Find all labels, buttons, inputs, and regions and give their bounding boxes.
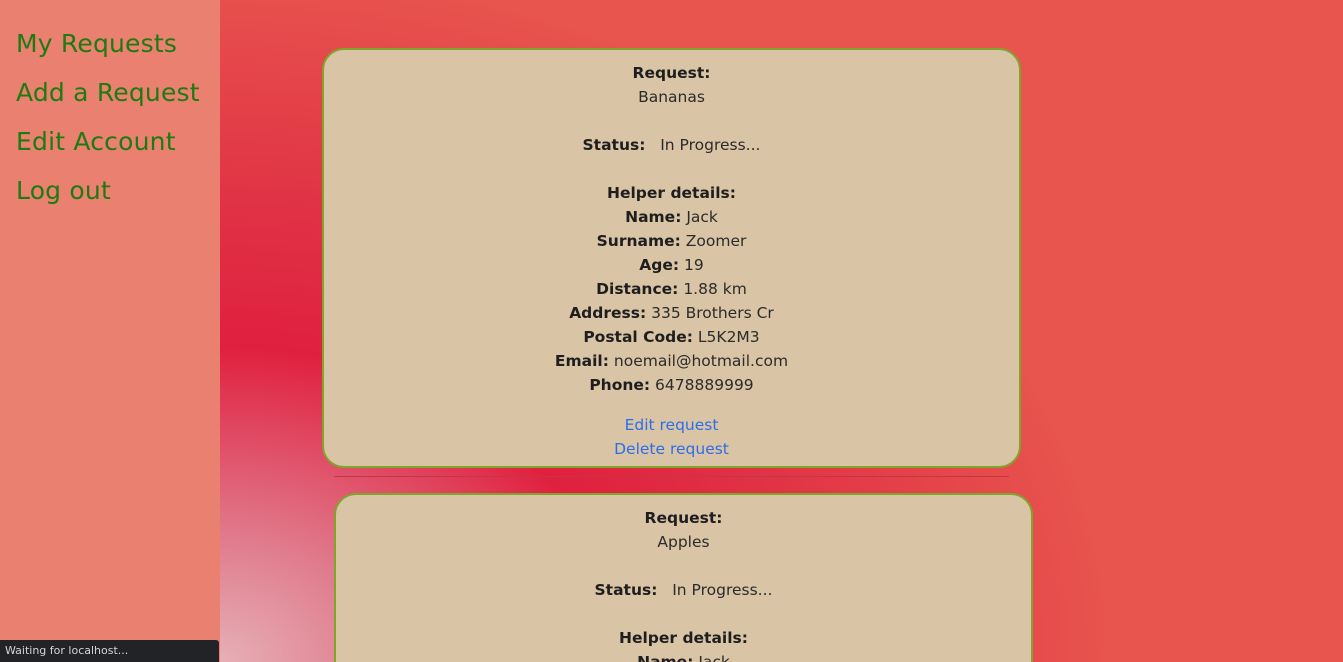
helper-name-line: Name: Jack — [336, 650, 1031, 662]
helper-name: Jack — [686, 208, 718, 226]
nav-add-request[interactable]: Add a Request — [16, 78, 200, 108]
helper-surname-line: Surname: Zoomer — [324, 229, 1019, 253]
name-label: Name: — [637, 653, 694, 662]
request-card: Request: Bananas Status: In Progress... … — [322, 48, 1021, 468]
helper-name: Jack — [698, 653, 730, 662]
edit-request-link[interactable]: Edit request — [625, 416, 719, 434]
delete-request-link[interactable]: Delete request — [614, 440, 729, 458]
helper-distance-line: Distance: 1.88 km — [324, 277, 1019, 301]
status-value: In Progress... — [672, 581, 773, 599]
helper-age-line: Age: 19 — [324, 253, 1019, 277]
helper-address-line: Address: 335 Brothers Cr — [324, 301, 1019, 325]
request-item: Bananas — [638, 88, 705, 106]
email-label: Email: — [554, 352, 609, 370]
helper-phone: 6478889999 — [655, 376, 754, 394]
sidebar: My Requests Add a Request Edit Account L… — [0, 0, 220, 662]
address-label: Address: — [569, 304, 647, 322]
card-divider — [334, 476, 1009, 477]
delete-request-line: Delete request — [324, 437, 1019, 461]
nav-log-out[interactable]: Log out — [16, 176, 111, 206]
status-line: Status: In Progress... — [336, 578, 1031, 602]
phone-label: Phone: — [589, 376, 651, 394]
helper-details-label: Helper details: — [607, 184, 736, 202]
edit-request-line: Edit request — [324, 413, 1019, 437]
helper-age: 19 — [684, 256, 704, 274]
request-label: Request: — [632, 64, 711, 82]
age-label: Age: — [639, 256, 680, 274]
helper-postal-code-line: Postal Code: L5K2M3 — [324, 325, 1019, 349]
helper-distance: 1.88 km — [683, 280, 747, 298]
helper-details-label: Helper details: — [619, 629, 748, 647]
helper-email: noemail@hotmail.com — [613, 352, 789, 370]
status-label: Status: — [582, 136, 646, 154]
status-label: Status: — [594, 581, 658, 599]
request-label-line: Request: — [324, 61, 1019, 85]
helper-surname: Zoomer — [685, 232, 747, 250]
distance-label: Distance: — [596, 280, 679, 298]
browser-status-bar: Waiting for localhost... — [0, 640, 219, 662]
helper-address: 335 Brothers Cr — [651, 304, 774, 322]
helper-phone-line: Phone: 6478889999 — [324, 373, 1019, 397]
helper-name-line: Name: Jack — [324, 205, 1019, 229]
helper-email-line: Email: noemail@hotmail.com — [324, 349, 1019, 373]
name-label: Name: — [625, 208, 682, 226]
status-line: Status: In Progress... — [324, 133, 1019, 157]
surname-label: Surname: — [596, 232, 681, 250]
request-item: Apples — [657, 533, 710, 551]
request-label: Request: — [644, 509, 723, 527]
helper-postal-code: L5K2M3 — [697, 328, 760, 346]
postal-code-label: Postal Code: — [583, 328, 693, 346]
status-value: In Progress... — [660, 136, 761, 154]
request-card: Request: Apples Status: In Progress... H… — [334, 493, 1033, 662]
helper-details-heading: Helper details: — [324, 181, 1019, 205]
nav-my-requests[interactable]: My Requests — [16, 29, 177, 59]
request-label-line: Request: — [336, 506, 1031, 530]
nav-edit-account[interactable]: Edit Account — [16, 127, 176, 157]
helper-details-heading: Helper details: — [336, 626, 1031, 650]
